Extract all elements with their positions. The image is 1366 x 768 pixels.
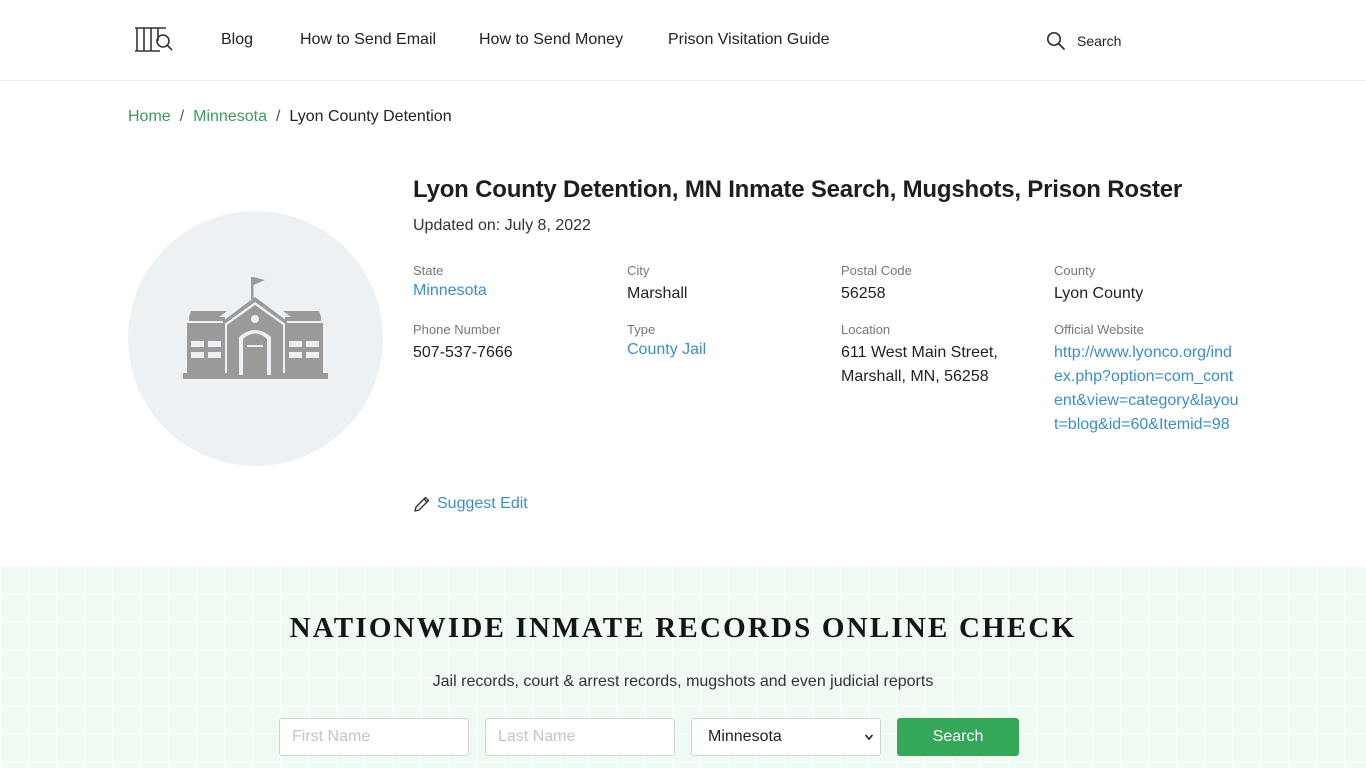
field-city: City Marshall	[627, 263, 817, 306]
field-county: County Lyon County	[1054, 263, 1244, 306]
county-value: Lyon County	[1054, 285, 1144, 302]
breadcrumb-state[interactable]: Minnesota	[193, 108, 267, 125]
first-name-input[interactable]	[279, 718, 469, 756]
suggest-edit-label: Suggest Edit	[437, 495, 528, 512]
phone-value: 507-537-7666	[413, 344, 513, 361]
jail-bars-search-icon	[135, 27, 173, 52]
breadcrumb-home[interactable]: Home	[128, 108, 171, 125]
breadcrumb: Home / Minnesota / Lyon County Detention	[128, 107, 452, 127]
city-value: Marshall	[627, 285, 688, 302]
state-select-value: Minnesota	[708, 728, 782, 745]
updated-date: Updated on: July 8, 2022	[413, 217, 591, 234]
field-label: City	[627, 263, 650, 278]
field-label: Postal Code	[841, 263, 912, 278]
search-icon	[1046, 31, 1065, 50]
field-state: State Minnesota	[413, 263, 603, 303]
last-name-input[interactable]	[485, 718, 675, 756]
field-official-website: Official Website http://www.lyonco.org/i…	[1054, 322, 1244, 437]
type-link[interactable]: County Jail	[627, 341, 706, 358]
field-label: Phone Number	[413, 322, 501, 337]
suggest-edit-link[interactable]: Suggest Edit	[413, 495, 528, 513]
field-location: Location 611 West Main Street, Marshall,…	[841, 322, 1031, 389]
field-type: Type County Jail	[627, 322, 817, 362]
site-header: Blog How to Send Email How to Send Money…	[0, 0, 1366, 81]
records-subtitle: Jail records, court & arrest records, mu…	[432, 673, 934, 690]
nav-how-to-send-email[interactable]: How to Send Email	[300, 30, 436, 50]
facility-image	[128, 211, 383, 466]
state-link[interactable]: Minnesota	[413, 282, 487, 299]
nav-prison-visitation-guide[interactable]: Prison Visitation Guide	[668, 30, 830, 50]
school-building-icon	[183, 277, 328, 379]
field-label: County	[1054, 263, 1096, 278]
breadcrumb-current: Lyon County Detention	[289, 108, 452, 125]
field-label: State	[413, 263, 444, 278]
official-website-link[interactable]: http://www.lyonco.org/index.php?option=c…	[1054, 341, 1240, 437]
field-label: Official Website	[1054, 322, 1144, 337]
breadcrumb-separator: /	[179, 108, 185, 125]
page-title: Lyon County Detention, MN Inmate Search,…	[413, 176, 1183, 203]
field-postal-code: Postal Code 56258	[841, 263, 1031, 306]
state-select[interactable]: Minnesota	[691, 718, 881, 756]
postal-code-value: 56258	[841, 285, 886, 302]
field-label: Location	[841, 322, 891, 337]
header-search[interactable]: Search	[1046, 30, 1121, 52]
nav-blog[interactable]: Blog	[221, 30, 253, 50]
field-phone: Phone Number 507-537-7666	[413, 322, 603, 365]
field-label: Type	[627, 322, 656, 337]
location-value: 611 West Main Street, Marshall, MN, 5625…	[841, 344, 998, 385]
nav-how-to-send-money[interactable]: How to Send Money	[479, 30, 623, 50]
records-title: NATIONWIDE INMATE RECORDS ONLINE CHECK	[289, 612, 1077, 644]
chevron-down-icon	[864, 734, 874, 741]
search-label: Search	[1077, 33, 1122, 49]
records-search-button[interactable]: Search	[897, 718, 1019, 756]
site-logo[interactable]	[134, 26, 174, 54]
pencil-icon	[414, 496, 430, 512]
breadcrumb-separator: /	[275, 108, 281, 125]
records-search-section	[0, 565, 1366, 768]
